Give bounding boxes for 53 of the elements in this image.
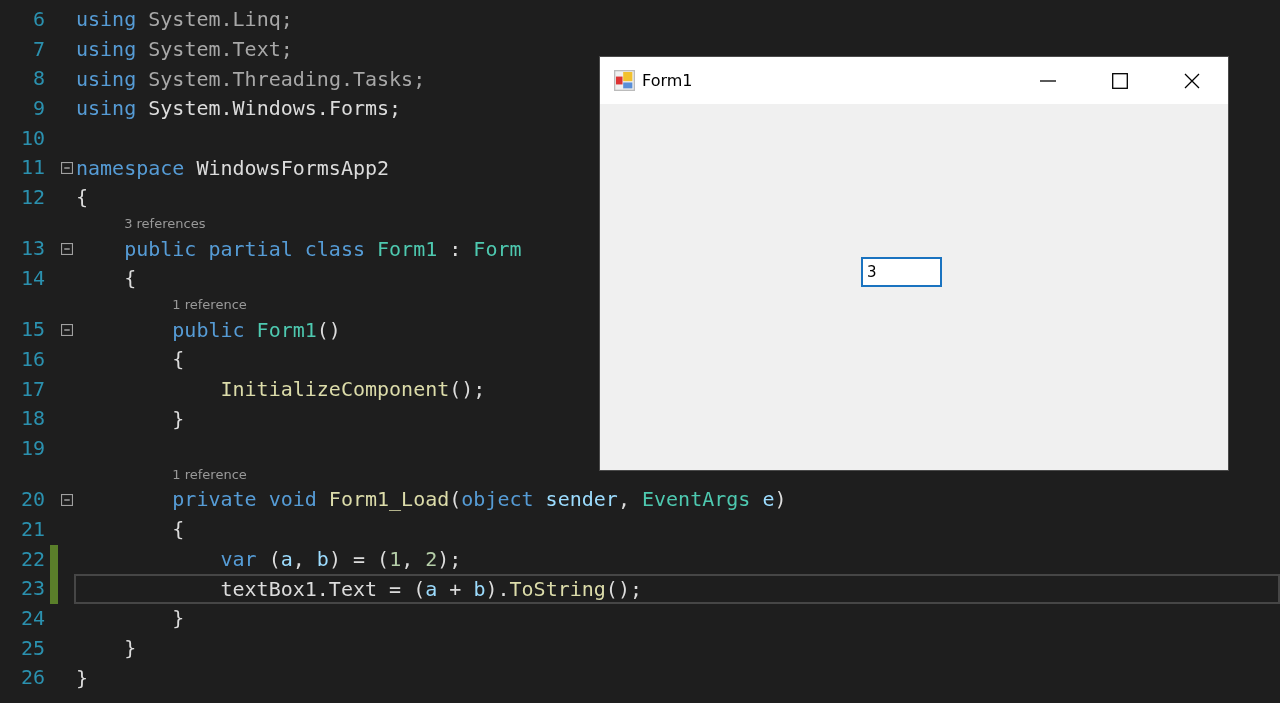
code-line: private void Form1_Load(object sender, EventArgs e) xyxy=(171,487,787,513)
code-line: InitializeComponent(); xyxy=(219,376,486,402)
line-number: 19 xyxy=(19,434,45,462)
code-line: public Form1() xyxy=(171,317,341,343)
code-line: public partial class Form1 : Form xyxy=(123,236,522,262)
code-line: using System.Linq; xyxy=(76,7,293,33)
line-number: 23 xyxy=(19,575,45,603)
form-icon xyxy=(614,70,635,91)
code-line: { xyxy=(123,266,137,292)
reference-count[interactable]: 3 references xyxy=(124,216,206,232)
code-line: using System.Threading.Tasks; xyxy=(76,66,426,92)
window-title: Form1 xyxy=(642,71,693,90)
line-number: 26 xyxy=(19,664,45,692)
line-number: 11 xyxy=(19,154,45,182)
line-number: 20 xyxy=(19,486,45,514)
code-line: using System.Text; xyxy=(76,37,293,63)
code-line: } xyxy=(76,665,89,691)
line-number: 25 xyxy=(19,634,45,662)
line-number: 6 xyxy=(31,6,45,33)
line-number: 14 xyxy=(19,265,45,292)
collapse-icon[interactable] xyxy=(61,324,73,337)
line-number: 7 xyxy=(31,35,45,63)
reference-count[interactable]: 1 reference xyxy=(172,296,247,312)
code-line: textBox1.Text = (a + b).ToString(); xyxy=(219,576,642,602)
text-box[interactable]: 3 xyxy=(861,257,942,287)
code-line: { xyxy=(76,185,89,211)
collapse-icon[interactable] xyxy=(61,243,73,256)
code-line: var (a, b) = (1, 2); xyxy=(219,546,462,572)
reference-count[interactable]: 1 reference xyxy=(172,466,247,482)
line-number: 15 xyxy=(19,316,45,344)
line-number: 9 xyxy=(31,95,45,123)
line-number: 17 xyxy=(19,375,45,403)
line-number: 21 xyxy=(19,515,45,543)
code-line: } xyxy=(123,635,137,661)
line-number: 13 xyxy=(19,235,45,263)
collapse-icon[interactable] xyxy=(61,162,73,175)
line-number: 16 xyxy=(19,345,45,373)
line-number: 22 xyxy=(19,545,45,573)
code-line: } xyxy=(171,606,185,632)
code-line: using System.Windows.Forms; xyxy=(76,96,402,122)
maximize-icon xyxy=(1112,72,1128,89)
line-number: 12 xyxy=(19,184,45,212)
code-line: { xyxy=(171,347,185,373)
code-line: } xyxy=(171,406,185,432)
code-line: namespace WindowsFormsApp2 xyxy=(76,155,390,181)
line-number: 8 xyxy=(31,65,45,93)
minimize-icon xyxy=(1040,79,1056,82)
line-number: 10 xyxy=(19,124,45,152)
line-number: 24 xyxy=(19,604,45,632)
code-line: { xyxy=(171,517,185,543)
close-icon xyxy=(1184,72,1200,89)
collapse-icon[interactable] xyxy=(61,493,73,506)
line-number: 18 xyxy=(19,405,45,433)
